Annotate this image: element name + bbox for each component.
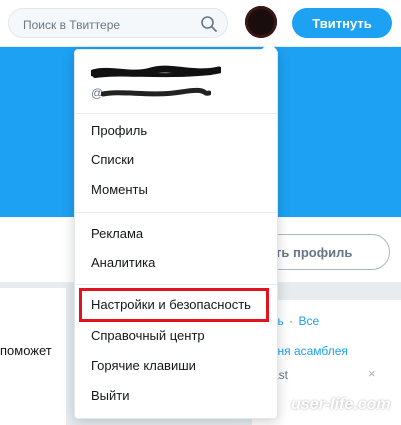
close-icon[interactable]: × (368, 366, 376, 381)
account-handle-redacted (101, 87, 211, 97)
menu-item-keyboard-shortcuts[interactable]: Горячие клавиши (91, 355, 196, 377)
menu-divider (75, 113, 277, 114)
view-all-link[interactable]: Все (298, 314, 319, 328)
card-links: ть · Все (272, 314, 319, 328)
menu-divider (75, 212, 277, 213)
menu-item-settings-privacy[interactable]: Настройки и безопасность (91, 294, 251, 316)
suggestion-title[interactable]: тня асамблея (272, 344, 348, 358)
account-dropdown-menu: @ Профиль Списки Моменты Реклама Аналити… (74, 42, 278, 419)
account-handle: @ (91, 86, 211, 102)
menu-item-analytics[interactable]: Аналитика (91, 252, 155, 274)
avatar[interactable] (245, 6, 277, 38)
dropdown-caret (261, 42, 277, 50)
watermark: user-life.com (265, 393, 395, 417)
menu-item-help-center[interactable]: Справочный центр (91, 325, 205, 347)
menu-item-logout[interactable]: Выйти (91, 385, 130, 407)
top-nav-bar: Твитнуть (0, 0, 401, 47)
account-name-redacted (91, 65, 221, 78)
left-card-text: поможет (0, 343, 52, 358)
left-side-card: поможет (0, 288, 66, 425)
menu-item-profile[interactable]: Профиль (91, 120, 147, 142)
search-box[interactable] (8, 8, 228, 38)
menu-divider (75, 284, 277, 285)
search-input[interactable] (21, 15, 195, 35)
menu-item-lists[interactable]: Списки (91, 149, 134, 171)
link-separator: · (289, 314, 294, 328)
menu-item-ads[interactable]: Реклама (91, 223, 143, 245)
tweet-button[interactable]: Твитнуть (292, 8, 392, 38)
watermark-text: user-life.com (291, 396, 391, 413)
menu-item-moments[interactable]: Моменты (91, 179, 148, 201)
search-icon[interactable] (200, 15, 218, 33)
